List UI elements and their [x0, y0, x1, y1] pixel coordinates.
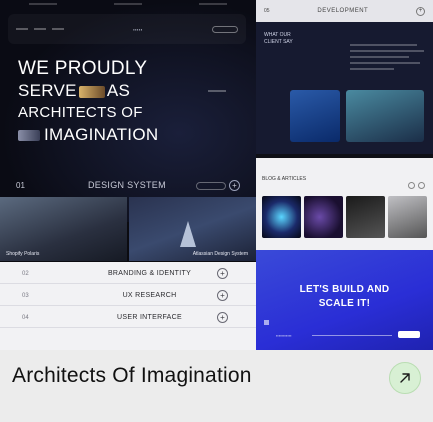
plus-icon[interactable]: + — [416, 6, 425, 16]
mockup-nav — [16, 28, 64, 30]
hero-line-2b: AS — [106, 81, 131, 100]
plus-icon[interactable]: + — [217, 312, 228, 323]
showcase-stage: ▪▪▪▪▪ WE PROUDLY SERVE AS ARCHITECTS OF I… — [0, 0, 433, 422]
portfolio-images: Shopify Polaris Atlassian Design System — [0, 197, 256, 261]
hero-line-2a: SERVE — [18, 81, 77, 100]
service-number: 03 — [22, 292, 29, 299]
service-label: UX RESEARCH — [122, 292, 177, 299]
cta-divider — [312, 335, 392, 336]
hero-line-4: IMAGINATION — [18, 125, 158, 145]
portfolio-image-atlassian[interactable]: Atlassian Design System — [129, 197, 256, 261]
development-number: 05 — [264, 8, 270, 14]
plus-icon[interactable]: + — [228, 179, 240, 191]
cta-line-2: SCALE IT! — [318, 298, 371, 309]
service-number: 02 — [22, 270, 29, 277]
hero-line-1: WE PROUDLY — [18, 58, 148, 79]
design-system-number: 01 — [16, 180, 25, 190]
cta-card: LET'S BUILD AND SCALE IT! ▪▪▪▪▪▪▪▪▪▪▪ — [256, 250, 433, 350]
mockup-logo: ▪▪▪▪▪ — [133, 26, 143, 32]
services-list: 02 BRANDING & IDENTITY + 03 UX RESEARCH … — [0, 262, 256, 350]
blog-thumbnails — [262, 196, 427, 238]
blog-thumbnail[interactable] — [262, 196, 301, 238]
blog-nav-arrows[interactable] — [408, 182, 425, 189]
blog-thumbnail[interactable] — [304, 196, 343, 238]
service-row-ux-research[interactable]: 03 UX RESEARCH + — [0, 286, 256, 306]
website-mockup-right: 05 DEVELOPMENT + WHAT OUR CLIENT SAY BLO… — [256, 0, 433, 350]
service-row-user-interface[interactable]: 04 USER INTERFACE + — [0, 308, 256, 328]
hero-decoration — [208, 90, 226, 92]
hero-line-4-text: IMAGINATION — [44, 125, 159, 144]
mockup-cta-pill — [212, 25, 238, 33]
development-row[interactable]: 05 DEVELOPMENT + — [256, 0, 433, 22]
arrow-button[interactable] — [389, 362, 421, 394]
cta-line-1: LET'S BUILD AND — [299, 284, 390, 295]
portfolio-caption: Shopify Polaris — [6, 251, 40, 257]
mockup-header: ▪▪▪▪▪ — [8, 14, 246, 44]
blog-card: BLOG & ARTICLES — [256, 158, 433, 250]
service-row-branding[interactable]: 02 BRANDING & IDENTITY + — [0, 264, 256, 284]
portfolio-image-shopify[interactable]: Shopify Polaris — [0, 197, 127, 261]
hero-line-3: ARCHITECTS OF — [18, 104, 143, 121]
testimonial-image-2 — [346, 90, 424, 142]
blog-thumbnail[interactable] — [346, 196, 385, 238]
cta-email: ▪▪▪▪▪▪▪▪▪▪▪ — [276, 333, 292, 338]
website-mockup-left: ▪▪▪▪▪ WE PROUDLY SERVE AS ARCHITECTS OF I… — [0, 0, 256, 350]
plus-icon[interactable]: + — [217, 290, 228, 301]
testimonial-text-lines — [350, 44, 424, 74]
hero-line-2: SERVE AS — [18, 81, 130, 101]
design-system-title: DESIGN SYSTEM — [87, 180, 166, 190]
browser-top-strip — [0, 0, 256, 8]
arrow-up-right-icon — [400, 373, 410, 383]
testimonials-card: WHAT OUR CLIENT SAY — [256, 22, 433, 154]
next-arrow-icon[interactable] — [418, 182, 425, 189]
prev-arrow-icon[interactable] — [408, 182, 415, 189]
design-system-row[interactable]: 01 DESIGN SYSTEM + — [0, 172, 256, 198]
hero-inline-image-2 — [18, 130, 40, 142]
testimonial-image-1 — [290, 90, 340, 142]
service-label: USER INTERFACE — [117, 314, 182, 321]
portfolio-caption: Atlassian Design System — [192, 251, 248, 257]
hero-inline-image — [78, 85, 105, 98]
cta-decoration — [264, 320, 269, 325]
testimonials-title: WHAT OUR CLIENT SAY — [264, 32, 293, 45]
service-number: 04 — [22, 314, 29, 321]
mountain-shape — [179, 221, 196, 247]
development-title: DEVELOPMENT — [317, 8, 369, 14]
service-label: BRANDING & IDENTITY — [107, 270, 192, 277]
plus-icon[interactable]: + — [217, 268, 228, 279]
cta-submit-button[interactable] — [398, 331, 420, 338]
blog-thumbnail[interactable] — [388, 196, 427, 238]
page-title: Architects Of Imagination — [12, 364, 252, 387]
blog-title: BLOG & ARTICLES — [262, 176, 307, 182]
